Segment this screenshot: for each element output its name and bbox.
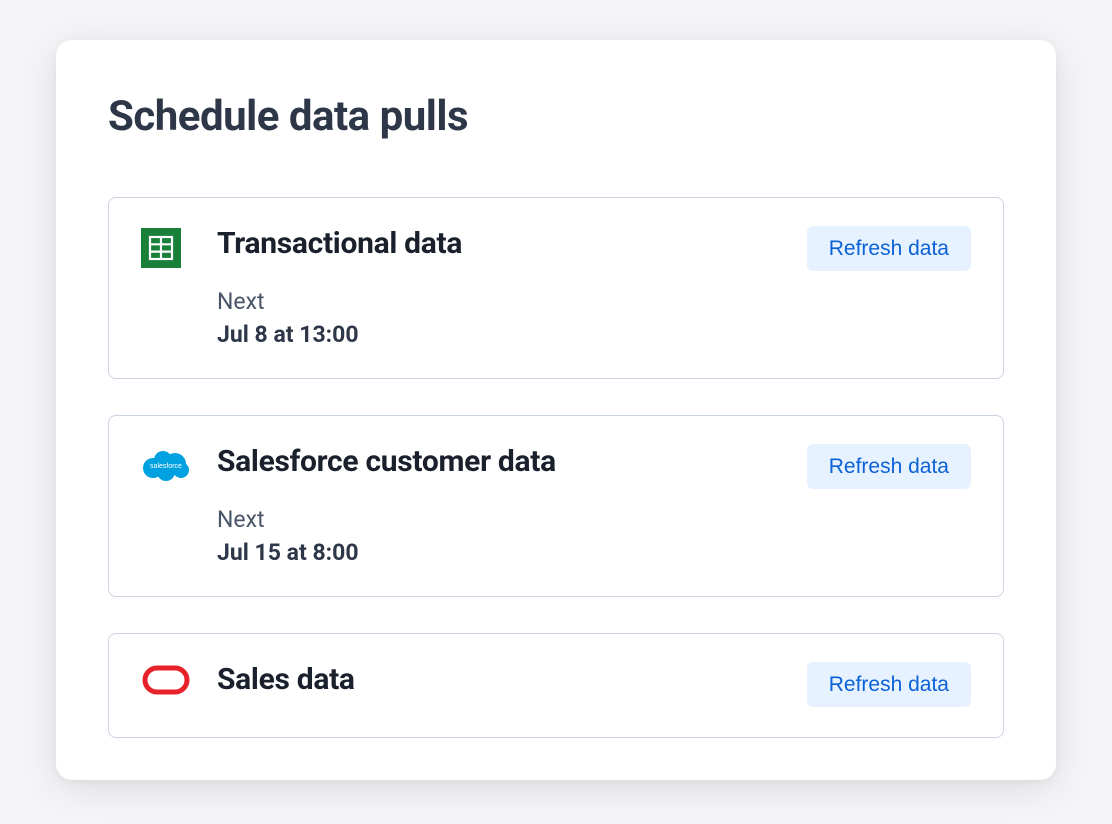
next-label: Next [217,288,775,315]
data-pull-header: Transactional data Next Jul 8 at 13:00 R… [141,226,971,348]
data-pull-header: Sales data Refresh data [141,662,971,707]
data-pull-item: salesforce Salesforce customer data Next… [108,415,1004,597]
oracle-icon [141,664,181,704]
next-run-value: Jul 15 at 8:00 [217,539,775,566]
data-pull-item: Sales data Refresh data [108,633,1004,738]
data-pulls-list: Transactional data Next Jul 8 at 13:00 R… [108,197,1004,738]
next-run-value: Jul 8 at 13:00 [217,321,775,348]
data-pull-name: Sales data [217,662,775,698]
svg-text:salesforce: salesforce [150,463,182,470]
schedule-card: Schedule data pulls [56,40,1056,780]
salesforce-icon: salesforce [141,446,181,486]
data-source-icon-wrap [141,226,185,268]
refresh-button[interactable]: Refresh data [807,444,971,489]
data-pull-header: salesforce Salesforce customer data Next… [141,444,971,566]
data-source-icon-wrap: salesforce [141,444,185,486]
sheets-icon [141,228,181,268]
next-label: Next [217,506,775,533]
data-pull-item: Transactional data Next Jul 8 at 13:00 R… [108,197,1004,379]
data-pull-name: Transactional data [217,226,775,262]
data-source-icon-wrap [141,662,185,704]
page-title: Schedule data pulls [108,92,1004,141]
data-pull-name: Salesforce customer data [217,444,775,480]
refresh-button[interactable]: Refresh data [807,662,971,707]
refresh-button[interactable]: Refresh data [807,226,971,271]
